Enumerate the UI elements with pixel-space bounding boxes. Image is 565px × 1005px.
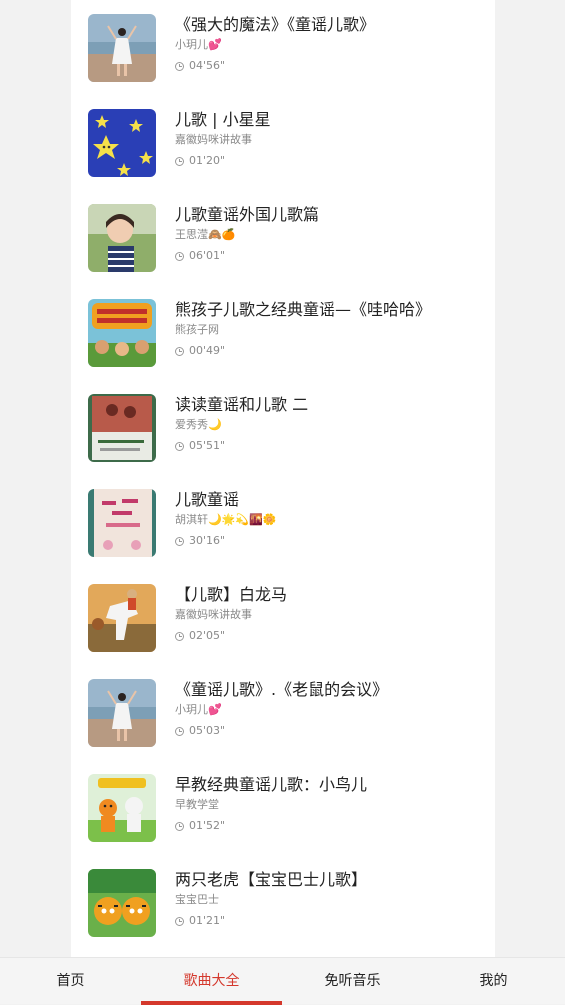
- song-item[interactable]: 熊孩子儿歌之经典童谣—《哇哈哈》 熊孩子网 00'49": [71, 285, 495, 380]
- clock-icon: [175, 346, 184, 356]
- song-title: 熊孩子儿歌之经典童谣—《哇哈哈》: [175, 300, 432, 319]
- song-thumbnail: [88, 679, 156, 747]
- tab-label: 歌曲大全: [183, 973, 240, 989]
- song-item[interactable]: 儿歌童谣 胡淇轩🌙🌟💫🌇🌼 30'16": [71, 475, 495, 570]
- song-thumbnail: [88, 109, 156, 177]
- song-list: 《强大的魔法》《童谣儿歌》 小玥儿💕 04'56" 儿歌 | 小星星 嘉徽妈咪讲…: [71, 0, 495, 957]
- clock-icon: [175, 61, 184, 71]
- song-title: 《童谣儿歌》.《老鼠的会议》: [175, 680, 389, 699]
- song-thumbnail: [88, 489, 156, 557]
- song-duration: 05'03": [175, 724, 225, 738]
- song-title: 【儿歌】白龙马: [175, 585, 288, 604]
- song-title: 儿歌童谣: [175, 490, 240, 509]
- tab-home[interactable]: 首页: [0, 958, 141, 1005]
- tab-song-collection[interactable]: 歌曲大全: [141, 958, 282, 1005]
- song-author: 嘉徽妈咪讲故事: [175, 608, 252, 621]
- song-author: 胡淇轩🌙🌟💫🌇🌼: [175, 513, 277, 526]
- song-thumbnail: [88, 204, 156, 272]
- song-duration: 30'16": [175, 534, 225, 548]
- song-author: 宝宝巴士: [175, 893, 219, 906]
- song-title: 儿歌童谣外国儿歌篇: [175, 205, 320, 224]
- clock-icon: [175, 156, 184, 166]
- song-item[interactable]: 《强大的魔法》《童谣儿歌》 小玥儿💕 04'56": [71, 0, 495, 95]
- song-author: 熊孩子网: [175, 323, 219, 336]
- clock-icon: [175, 726, 184, 736]
- clock-icon: [175, 536, 184, 546]
- clock-icon: [175, 916, 184, 926]
- song-duration: 02'05": [175, 629, 225, 643]
- song-item[interactable]: 早教经典童谣儿歌：小鸟儿 早教学堂 01'52": [71, 760, 495, 855]
- bottom-tab-bar: 首页 歌曲大全 免听音乐 我的: [0, 957, 565, 1005]
- active-tab-indicator: [141, 1001, 282, 1005]
- song-item[interactable]: 《童谣儿歌》.《老鼠的会议》 小玥儿💕 05'03": [71, 665, 495, 760]
- song-title: 早教经典童谣儿歌：小鸟儿: [175, 775, 368, 794]
- song-author: 嘉徽妈咪讲故事: [175, 133, 252, 146]
- song-title: 《强大的魔法》《童谣儿歌》: [175, 15, 376, 34]
- song-author: 小玥儿💕: [175, 703, 222, 716]
- song-thumbnail: [88, 299, 156, 367]
- clock-icon: [175, 251, 184, 261]
- song-thumbnail: [88, 14, 156, 82]
- song-item[interactable]: 两只老虎【宝宝巴士儿歌】 宝宝巴士 01'21": [71, 855, 495, 950]
- song-item[interactable]: 【儿歌】白龙马 嘉徽妈咪讲故事 02'05": [71, 570, 495, 665]
- song-duration: 00'49": [175, 344, 225, 358]
- song-duration: 01'21": [175, 914, 225, 928]
- song-duration: 05'51": [175, 439, 225, 453]
- clock-icon: [175, 821, 184, 831]
- tab-free-music[interactable]: 免听音乐: [282, 958, 423, 1005]
- song-item[interactable]: 读读童谣和儿歌 二 爱秀秀🌙 05'51": [71, 380, 495, 475]
- song-title: 两只老虎【宝宝巴士儿歌】: [175, 870, 368, 889]
- song-thumbnail: [88, 774, 156, 842]
- song-title: 儿歌 | 小星星: [175, 110, 271, 129]
- song-duration: 01'52": [175, 819, 225, 833]
- song-item[interactable]: 儿歌童谣外国儿歌篇 王思滢🙈🍊 06'01": [71, 190, 495, 285]
- song-thumbnail: [88, 394, 156, 462]
- song-duration: 06'01": [175, 249, 225, 263]
- song-author: 王思滢🙈🍊: [175, 228, 236, 241]
- song-thumbnail: [88, 869, 156, 937]
- clock-icon: [175, 631, 184, 641]
- tab-mine[interactable]: 我的: [423, 958, 564, 1005]
- song-title: 读读童谣和儿歌 二: [175, 395, 309, 414]
- song-author: 早教学堂: [175, 798, 219, 811]
- song-author: 小玥儿💕: [175, 38, 222, 51]
- song-thumbnail: [88, 584, 156, 652]
- clock-icon: [175, 441, 184, 451]
- song-item[interactable]: 儿歌 | 小星星 嘉徽妈咪讲故事 01'20": [71, 95, 495, 190]
- song-duration: 04'56": [175, 59, 225, 73]
- song-author: 爱秀秀🌙: [175, 418, 222, 431]
- song-duration: 01'20": [175, 154, 225, 168]
